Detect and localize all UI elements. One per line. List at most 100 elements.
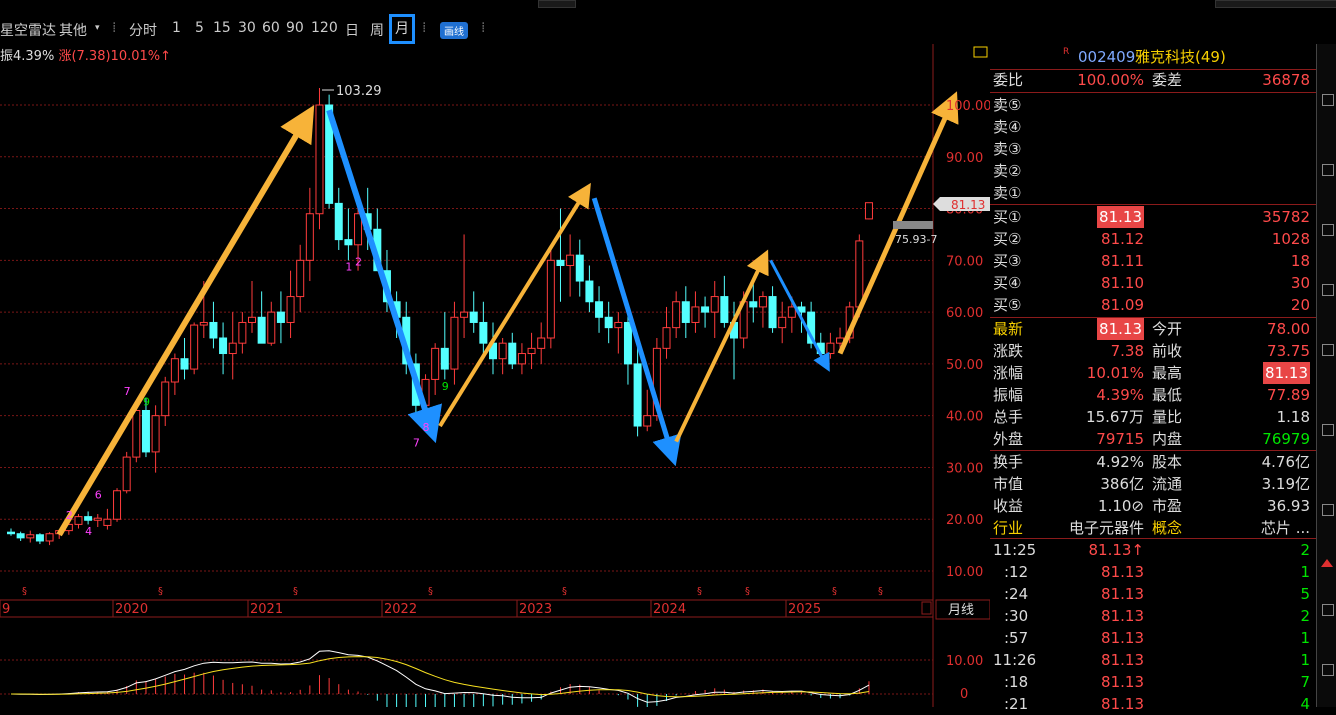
tf-90min[interactable]: 90 xyxy=(286,20,304,36)
radar-button[interactable]: 星空雷达 xyxy=(0,20,56,40)
tick-row: :18 81.13 7 xyxy=(990,671,1316,693)
candle xyxy=(431,343,440,395)
svg-text:81.13: 81.13 xyxy=(951,198,985,212)
event-marker[interactable]: § xyxy=(745,586,750,597)
sell-level-row[interactable]: 卖③ xyxy=(990,138,1316,160)
year-label: 2020 xyxy=(115,602,148,617)
quote-value: 4.39% xyxy=(1096,386,1144,404)
tf-intraday[interactable]: 分时 xyxy=(129,20,157,40)
up-trend-arrow[interactable] xyxy=(837,91,959,355)
tick-row: :57 81.13 1 xyxy=(990,627,1316,649)
tool-icon[interactable] xyxy=(1322,504,1334,516)
quote-value-2: 1.18 xyxy=(1276,408,1310,426)
event-marker[interactable]: § xyxy=(878,586,883,597)
tick-volume: 4 xyxy=(1300,695,1310,713)
event-marker[interactable]: § xyxy=(22,586,27,597)
ma-bar xyxy=(893,221,933,229)
event-marker[interactable]: § xyxy=(697,586,702,597)
toolbar-separator: ⁞ xyxy=(422,20,427,36)
tool-icon[interactable] xyxy=(1322,94,1334,106)
buy-level-row[interactable]: 买① 81.13 35782 xyxy=(990,206,1316,228)
candle xyxy=(161,376,170,427)
tool-icon[interactable] xyxy=(1322,604,1334,616)
sell-level-row[interactable]: 卖② xyxy=(990,160,1316,182)
buy-level-row[interactable]: 买④ 81.10 30 xyxy=(990,272,1316,294)
other-menu[interactable]: 其他 xyxy=(59,20,87,40)
tf-15min[interactable]: 15 xyxy=(213,20,231,36)
event-marker[interactable]: § xyxy=(832,586,837,597)
buy-level-price: 81.09 xyxy=(1101,296,1144,314)
buy-level-volume: 20 xyxy=(1290,296,1310,314)
tick-price: 81.13 xyxy=(1101,563,1144,581)
tick-price: 81.13↑ xyxy=(1088,541,1144,559)
scroll-box-icon[interactable] xyxy=(921,601,932,615)
candle xyxy=(864,202,873,220)
tf-day[interactable]: 日 xyxy=(345,20,359,40)
tool-icon[interactable] xyxy=(1322,164,1334,176)
maximize-icon[interactable] xyxy=(973,46,988,58)
candle xyxy=(450,301,459,385)
fundamental-row[interactable]: 行业 电子元器件 概念 芯片 ... xyxy=(990,517,1316,539)
tool-icon[interactable] xyxy=(1322,284,1334,296)
quote-value: 15.67万 xyxy=(1086,408,1144,426)
candle xyxy=(219,322,228,375)
period-label-box[interactable]: 月线 xyxy=(935,599,990,620)
stock-name[interactable]: 雅克科技(49) xyxy=(1135,46,1226,68)
tf-week[interactable]: 周 xyxy=(370,20,384,40)
tool-icon[interactable] xyxy=(1322,344,1334,356)
up-trend-arrow[interactable] xyxy=(438,182,591,428)
tf-120min[interactable]: 120 xyxy=(311,20,338,36)
sell-level-row[interactable]: 卖④ xyxy=(990,116,1316,138)
candle xyxy=(93,514,102,527)
candle xyxy=(7,528,15,536)
stock-code: 002409 xyxy=(1078,48,1136,66)
kline-chart[interactable]: 7912789624 100.0090.0080.0070.0060.0050.… xyxy=(0,44,990,707)
tick-time: :21 xyxy=(1004,695,1029,713)
price-tick-label: 10.00 xyxy=(946,565,983,580)
tool-icon[interactable] xyxy=(1322,424,1334,436)
trend-arrows xyxy=(56,91,959,537)
candle xyxy=(315,87,324,230)
quote-value: 81.13 xyxy=(1097,318,1144,340)
draw-line-button[interactable]: 画线 xyxy=(440,22,468,39)
event-marker[interactable]: § xyxy=(562,586,567,597)
tool-icon[interactable] xyxy=(1322,664,1334,676)
candle xyxy=(517,343,526,375)
year-label: 2024 xyxy=(653,602,686,617)
candle xyxy=(556,208,565,302)
buy-level-label: 买④ xyxy=(993,274,1022,292)
fundamental-value-2: 36.93 xyxy=(1267,497,1310,515)
candle xyxy=(257,291,266,344)
tf-1min[interactable]: 1 xyxy=(172,20,181,36)
up-trend-arrow[interactable] xyxy=(674,249,769,443)
sell-level-row[interactable]: 卖⑤ xyxy=(990,94,1316,116)
quote-value-2: 73.75 xyxy=(1267,342,1310,360)
scroll-up-icon[interactable] xyxy=(1321,559,1333,567)
tf-5min[interactable]: 5 xyxy=(195,20,204,36)
window-controls[interactable] xyxy=(1215,0,1336,8)
tf-30min[interactable]: 30 xyxy=(238,20,256,36)
tf-month[interactable]: 月 xyxy=(389,14,415,44)
fundamental-value: 电子元器件 xyxy=(1068,519,1144,537)
quote-row: 总手 15.67万 量比 1.18 xyxy=(990,406,1316,428)
sell-level-row[interactable]: 卖① xyxy=(990,182,1316,204)
window-control[interactable] xyxy=(538,0,576,8)
buy-level-row[interactable]: 买③ 81.11 18 xyxy=(990,250,1316,272)
candle xyxy=(489,322,497,375)
candle xyxy=(701,296,710,328)
buy-level-row[interactable]: 买② 81.12 1028 xyxy=(990,228,1316,250)
event-marker[interactable]: § xyxy=(428,586,433,597)
tf-60min[interactable]: 60 xyxy=(262,20,280,36)
quote-value: 10.01% xyxy=(1086,364,1144,382)
candle xyxy=(681,286,690,338)
event-marker[interactable]: § xyxy=(158,586,163,597)
down-trend-arrow[interactable] xyxy=(326,109,442,444)
event-marker[interactable]: § xyxy=(293,586,298,597)
high-label: 103.29 xyxy=(336,84,382,99)
buy-level-row[interactable]: 买⑤ 81.09 20 xyxy=(990,294,1316,316)
chevron-down-icon[interactable]: ▾ xyxy=(95,23,100,33)
quote-label-2: 内盘 xyxy=(1152,430,1183,448)
candle xyxy=(720,275,729,328)
year-label: 2025 xyxy=(788,602,821,617)
tool-icon[interactable] xyxy=(1322,224,1334,236)
